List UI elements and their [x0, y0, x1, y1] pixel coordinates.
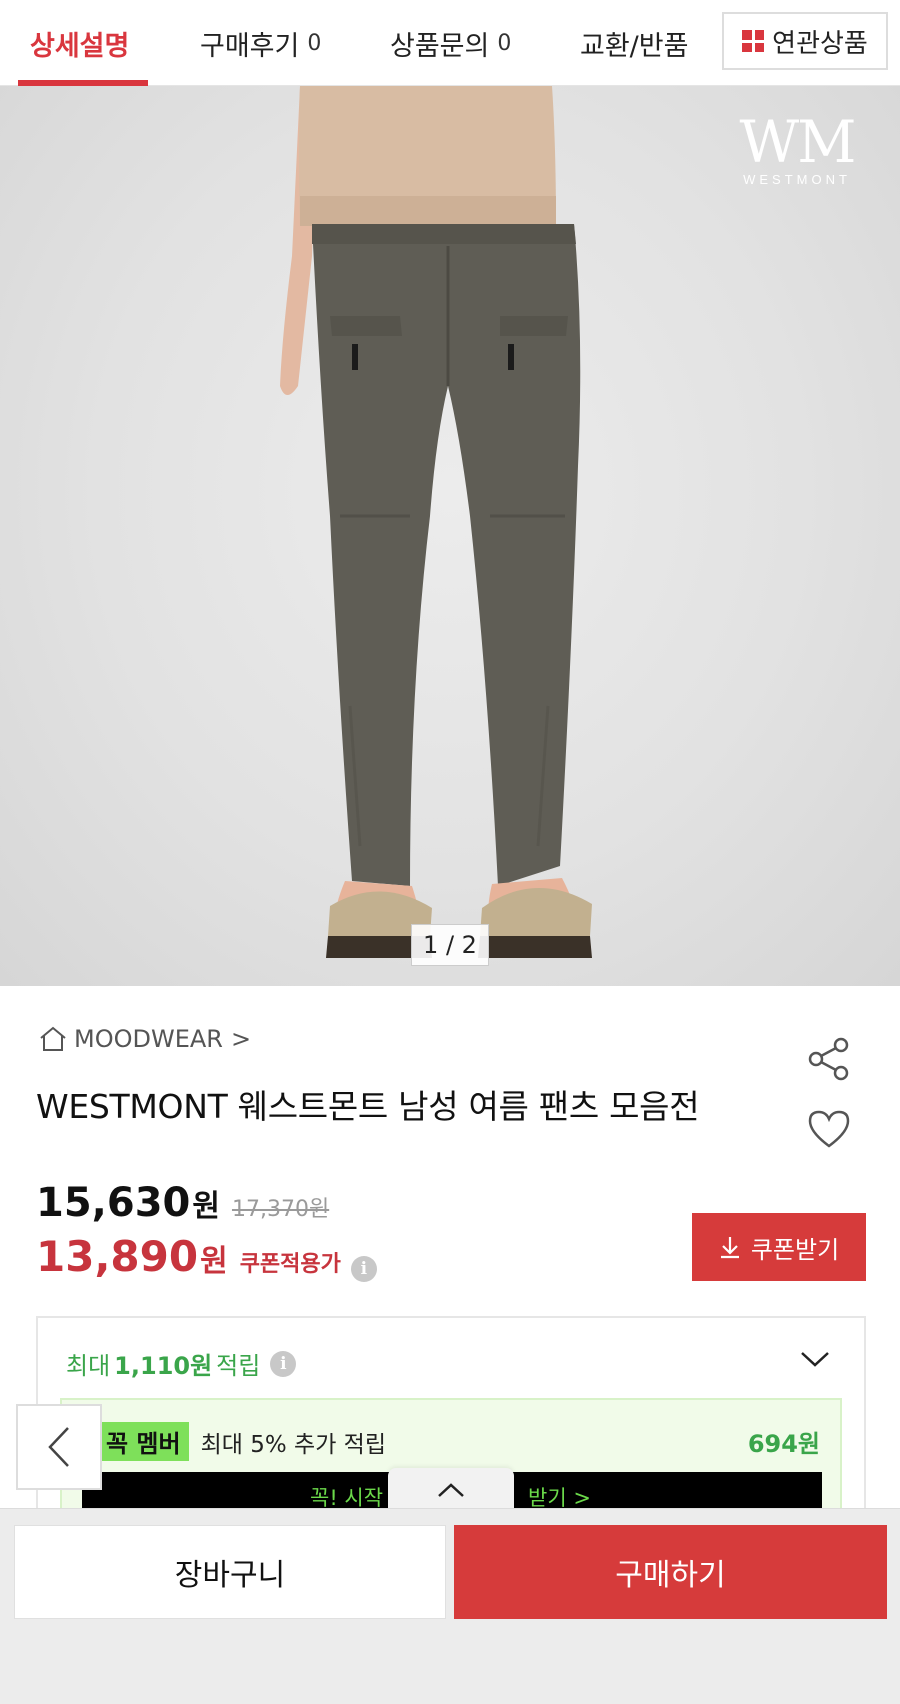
member-benefit-text: 최대 5% 추가 적립	[200, 1431, 386, 1458]
chevron-up-icon	[438, 1483, 464, 1497]
points-amount: 1,110원	[114, 1352, 213, 1380]
tab-inquiries-label: 상품문의	[390, 30, 490, 62]
tab-inquiries-count: 0	[497, 30, 512, 56]
grid-icon	[742, 30, 765, 52]
brand-name: MOODWEAR	[74, 1025, 223, 1053]
logo-letters: WM	[739, 108, 856, 176]
info-icon[interactable]: i	[350, 1256, 377, 1282]
sale-price-unit: 원	[192, 1189, 220, 1224]
get-coupon-label: 쿠폰받기	[750, 1235, 840, 1264]
tab-exchange-return[interactable]: 교환/반품	[580, 0, 688, 86]
share-icon[interactable]	[806, 1036, 852, 1082]
coupon-price: 13,890	[36, 1232, 199, 1281]
product-tab-bar: 상세설명 구매후기 0 상품문의 0 교환/반품 연관상품	[0, 0, 900, 86]
product-title: WESTMONT 웨스트몬트 남성 여름 팬츠 모음전	[36, 1087, 700, 1126]
bottom-action-bar: 장바구니 구매하기	[0, 1508, 900, 1704]
related-products-label: 연관상품	[772, 28, 868, 59]
points-suffix: 적립	[216, 1352, 261, 1380]
points-prefix: 최대	[66, 1352, 111, 1380]
chevron-left-icon	[48, 1427, 69, 1467]
cart-label: 장바구니	[174, 1558, 286, 1593]
related-products-button[interactable]: 연관상품	[722, 12, 888, 70]
coupon-price-row: 13,890 원 쿠폰적용가 i	[36, 1232, 377, 1282]
buy-now-button[interactable]: 구매하기	[454, 1525, 887, 1619]
tab-exchange-return-label: 교환/반품	[580, 30, 689, 62]
add-to-cart-button[interactable]: 장바구니	[14, 1525, 446, 1619]
sale-price-row: 15,630 원 17,370원	[36, 1180, 329, 1226]
member-points-amount: 694원	[747, 1430, 820, 1458]
collapse-handle[interactable]	[388, 1468, 514, 1512]
original-price: 17,370원	[231, 1197, 330, 1222]
sale-price: 15,630	[36, 1180, 191, 1226]
download-icon	[720, 1237, 739, 1259]
product-image-carousel[interactable]: WM WESTMONT	[0, 86, 900, 986]
coupon-price-label: 쿠폰적용가	[239, 1252, 341, 1277]
brand-link[interactable]: MOODWEAR >	[38, 1022, 251, 1056]
image-pager: 1 / 2	[411, 924, 489, 966]
tab-reviews-label: 구매후기	[200, 30, 300, 62]
tab-details-label: 상세설명	[30, 30, 130, 62]
get-coupon-button[interactable]: 쿠폰받기	[692, 1213, 866, 1281]
tab-details[interactable]: 상세설명	[30, 0, 129, 86]
logo-word: WESTMONT	[743, 172, 851, 187]
home-icon	[40, 1026, 66, 1051]
tab-reviews-count: 0	[307, 30, 322, 56]
max-points-row: 최대 1,110원 적립 i	[66, 1346, 297, 1381]
points-info-icon[interactable]: i	[270, 1350, 297, 1377]
tab-inquiries[interactable]: 상품문의 0	[390, 0, 511, 86]
member-badge: 꼭 멤버	[98, 1422, 189, 1461]
product-photo	[280, 86, 592, 958]
brand-watermark-logo: WM WESTMONT	[722, 112, 872, 187]
coupon-price-unit: 원	[200, 1244, 228, 1279]
back-button[interactable]	[16, 1404, 102, 1490]
member-row: 꼭 멤버 최대 5% 추가 적립	[98, 1422, 386, 1461]
chevron-right-icon: >	[230, 1025, 252, 1053]
chevron-down-icon[interactable]	[798, 1348, 832, 1370]
heart-icon[interactable]	[806, 1108, 852, 1150]
buy-label: 구매하기	[615, 1558, 726, 1593]
tab-reviews[interactable]: 구매후기 0	[200, 0, 321, 86]
